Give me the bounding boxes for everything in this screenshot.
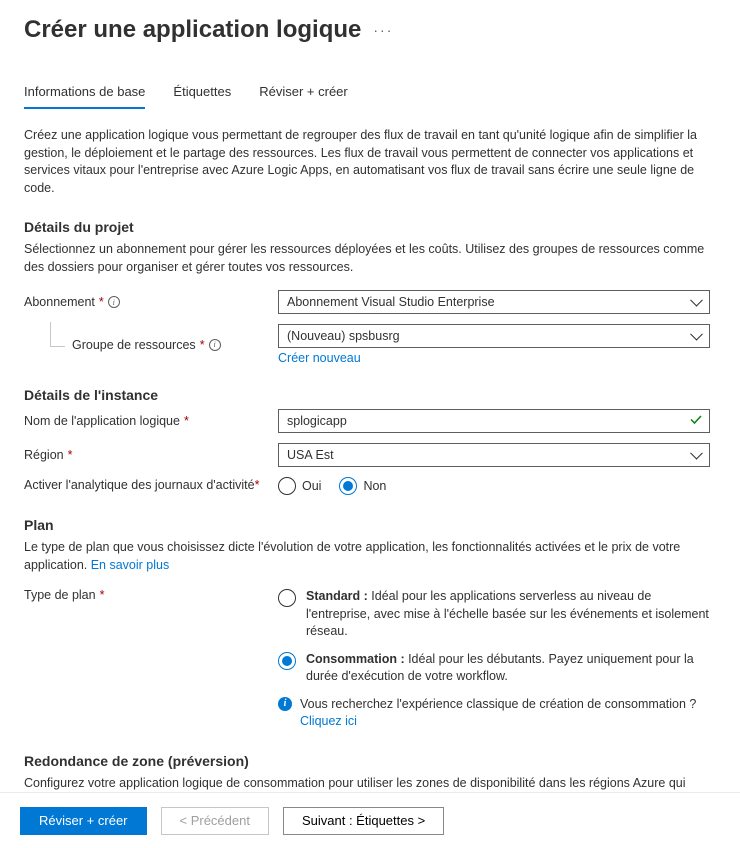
log-analytics-yes[interactable]: Oui [278, 477, 321, 495]
resource-group-label: Groupe de ressources* i [24, 338, 278, 352]
classic-info: i Vous recherchez l'expérience classique… [278, 696, 710, 731]
intro-text: Créez une application logique vous perme… [24, 127, 716, 197]
next-button[interactable]: Suivant : Étiquettes > [283, 807, 444, 835]
plan-standard-option[interactable]: Standard : Idéal pour les applications s… [278, 588, 710, 641]
more-icon[interactable]: ··· [373, 22, 393, 38]
plan-type-label: Type de plan* [24, 588, 278, 602]
zone-redundancy-heading: Redondance de zone (préversion) [24, 753, 716, 769]
plan-consumption-option[interactable]: Consommation : Idéal pour les débutants.… [278, 651, 710, 686]
plan-desc: Le type de plan que vous choisissez dict… [24, 539, 716, 574]
footer: Réviser + créer < Précédent Suivant : Ét… [0, 792, 740, 848]
project-details-desc: Sélectionnez un abonnement pour gérer le… [24, 241, 716, 276]
resource-group-select[interactable]: (Nouveau) spsbusrg [278, 324, 710, 348]
zone-redundancy-desc: Configurez votre application logique de … [24, 775, 716, 793]
region-select[interactable]: USA Est [278, 443, 710, 467]
check-icon [689, 413, 703, 430]
review-create-button[interactable]: Réviser + créer [20, 807, 147, 835]
app-name-input[interactable]: splogicapp [278, 409, 710, 433]
project-details-heading: Détails du projet [24, 219, 716, 235]
info-icon[interactable]: i [209, 339, 221, 351]
info-icon: i [278, 697, 292, 711]
previous-button: < Précédent [161, 807, 269, 835]
tab-tags[interactable]: Étiquettes [173, 84, 231, 109]
radio-icon [278, 477, 296, 495]
info-icon[interactable]: i [108, 296, 120, 308]
tab-review[interactable]: Réviser + créer [259, 84, 348, 109]
app-name-label: Nom de l'application logique * [24, 414, 278, 428]
plan-heading: Plan [24, 517, 716, 533]
learn-more-link[interactable]: En savoir plus [91, 558, 170, 572]
log-analytics-radio-group: Oui Non [278, 477, 710, 495]
region-label: Région* [24, 448, 278, 462]
log-analytics-label: Activer l'analytique des journaux d'acti… [24, 477, 278, 493]
tab-basics[interactable]: Informations de base [24, 84, 145, 109]
log-analytics-no[interactable]: Non [339, 477, 386, 495]
page-title: Créer une application logique ··· [24, 16, 716, 44]
page-title-text: Créer une application logique [24, 16, 361, 44]
create-new-link[interactable]: Créer nouveau [278, 351, 361, 365]
radio-icon [278, 652, 296, 670]
radio-icon [339, 477, 357, 495]
subscription-select[interactable]: Abonnement Visual Studio Enterprise [278, 290, 710, 314]
instance-details-heading: Détails de l'instance [24, 387, 716, 403]
click-here-link[interactable]: Cliquez ici [300, 714, 357, 728]
subscription-label: Abonnement* i [24, 295, 278, 309]
radio-icon [278, 589, 296, 607]
tabs: Informations de base Étiquettes Réviser … [24, 84, 716, 109]
